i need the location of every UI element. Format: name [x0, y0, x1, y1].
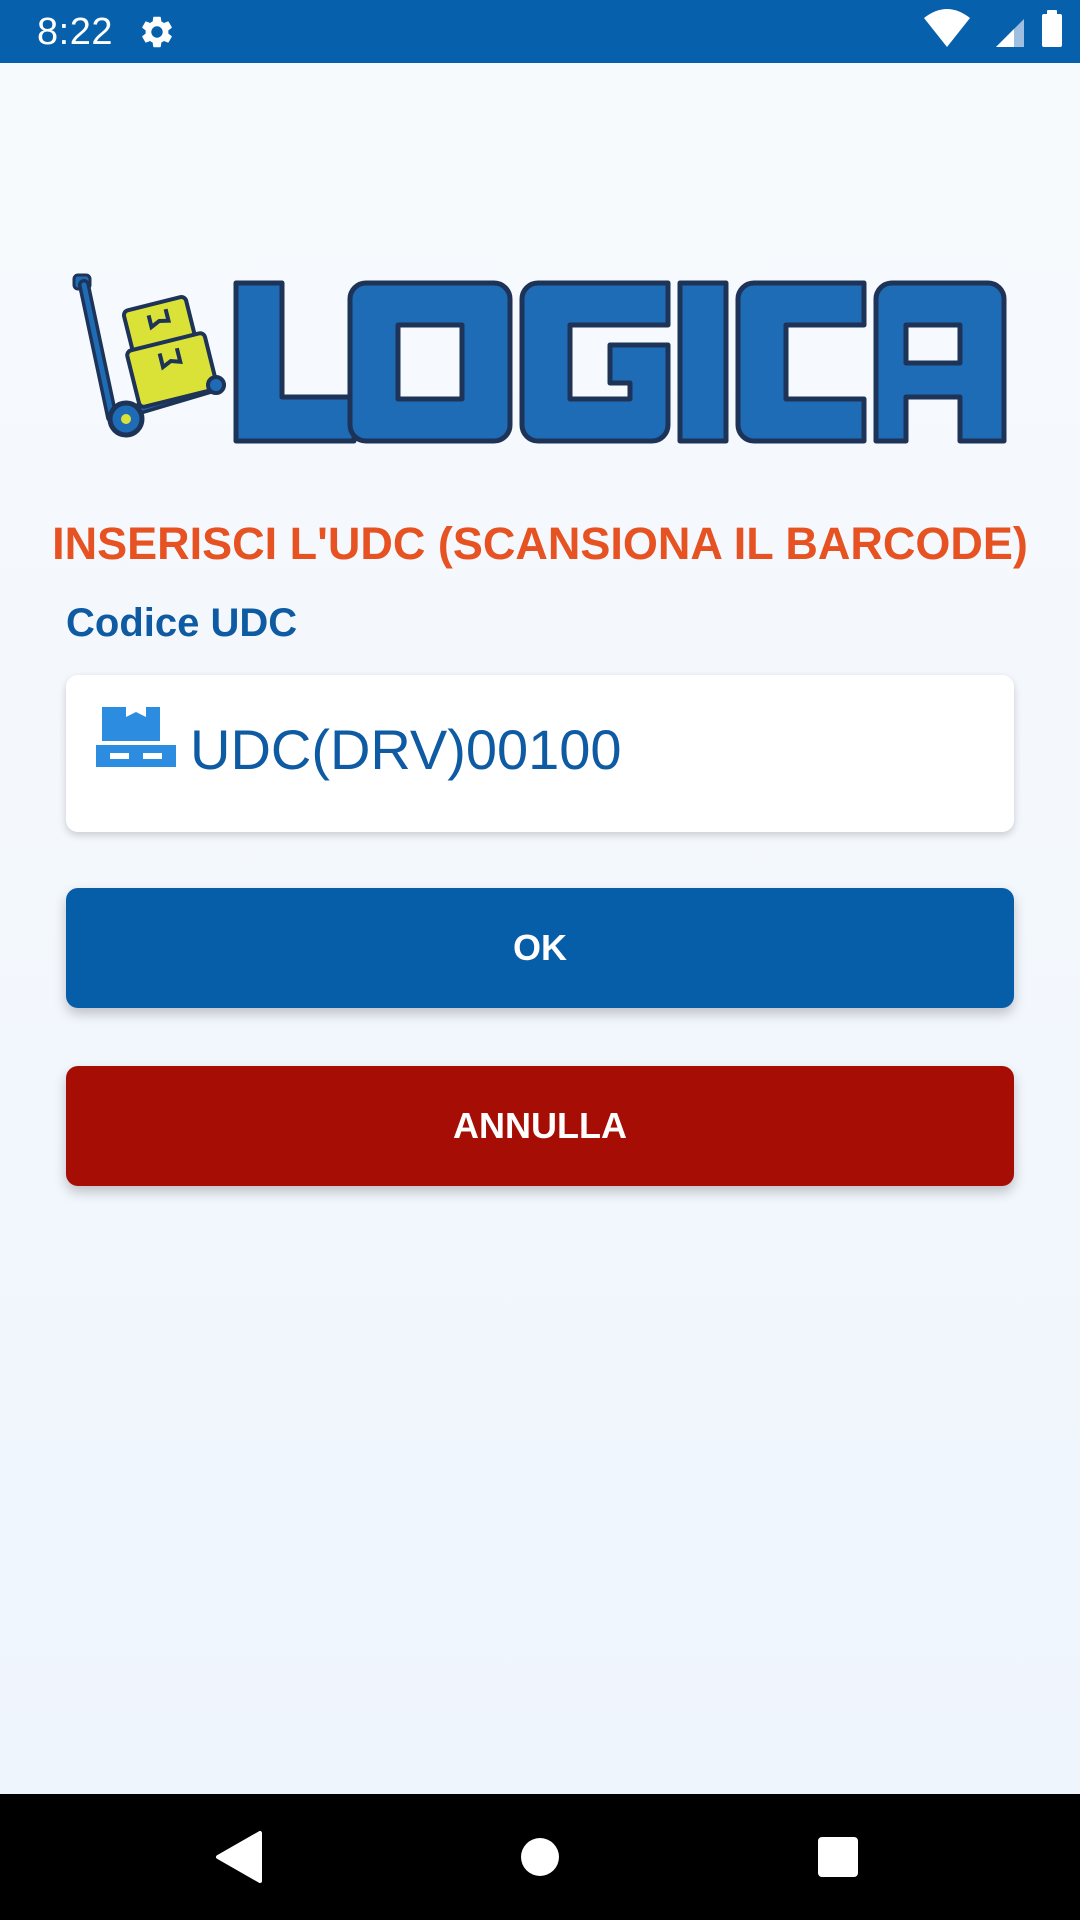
- scan-instruction: INSERISCI L'UDC (SCANSIONA IL BARCODE): [52, 518, 1028, 569]
- udc-field[interactable]: [66, 675, 1014, 832]
- back-icon[interactable]: [210, 1827, 270, 1887]
- cellular-signal-icon: [996, 19, 1024, 47]
- logo-wordmark: [233, 280, 1007, 444]
- navigation-bar: [0, 1794, 1080, 1920]
- recents-icon[interactable]: [808, 1827, 868, 1887]
- status-icons: [924, 9, 1062, 47]
- main-content: INSERISCI L'UDC (SCANSIONA IL BARCODE) C…: [0, 63, 1080, 1794]
- cancel-button[interactable]: ANNULLA: [66, 1066, 1014, 1186]
- battery-icon: [1042, 10, 1062, 47]
- ok-button[interactable]: OK: [66, 888, 1014, 1008]
- wifi-icon: [924, 9, 970, 47]
- logo: [72, 273, 1007, 444]
- gear-icon: [142, 16, 172, 48]
- status-time: 8:22: [37, 11, 113, 53]
- home-icon[interactable]: [510, 1827, 570, 1887]
- udc-code-input[interactable]: [190, 715, 980, 785]
- hand-truck-boxes-icon: [72, 273, 226, 438]
- pallet-icon: [96, 707, 176, 767]
- status-bar: 8:22: [0, 0, 1080, 63]
- udc-field-label: Codice UDC: [66, 601, 298, 645]
